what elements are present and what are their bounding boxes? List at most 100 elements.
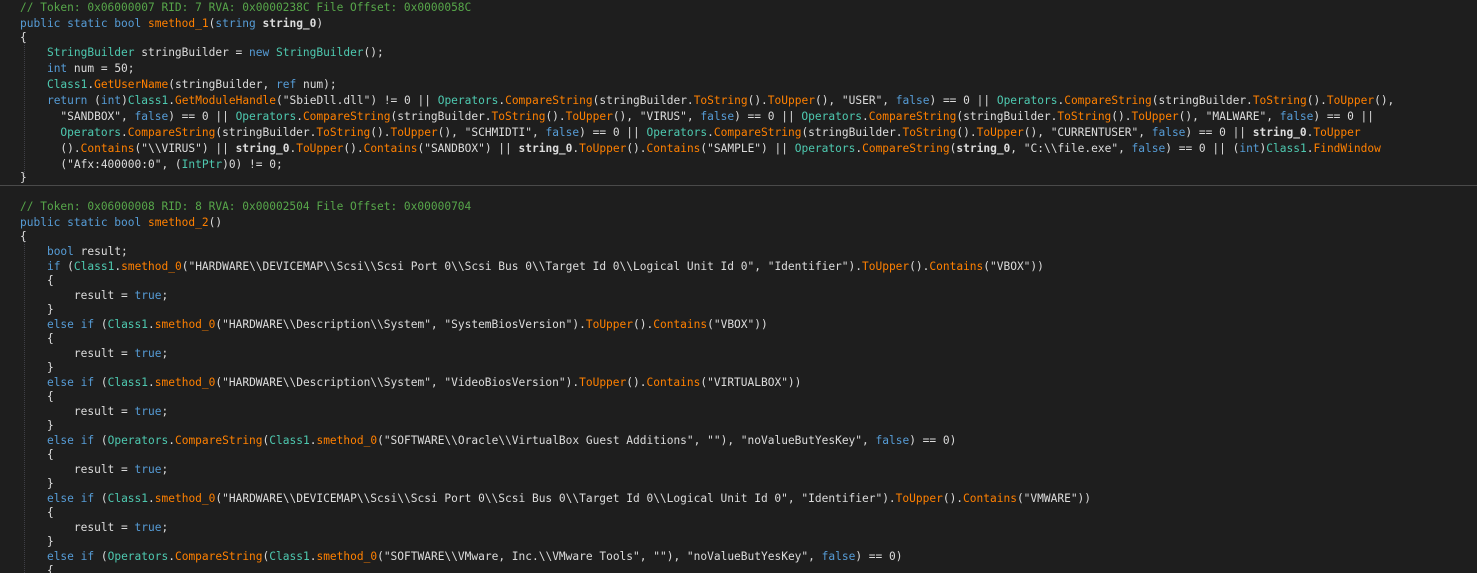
code-token: num); [296, 78, 337, 91]
code-token: Contains [80, 142, 135, 155]
code-token: false [1151, 126, 1186, 139]
code-token: ToString [902, 126, 957, 139]
code-token: string_0 [518, 142, 573, 155]
code-token: smethod_0 [154, 318, 216, 331]
code-token: smethod_0 [121, 260, 182, 273]
code-token: ( [60, 260, 74, 273]
code-token: bool [46, 245, 74, 258]
code-token: int [1239, 142, 1260, 155]
code-token: (), "SCHMIDTI", [437, 126, 546, 139]
code-token: Contains [646, 376, 701, 389]
code-token: CompareString [127, 126, 216, 139]
code-token: ( [94, 492, 108, 505]
code-line: { [20, 447, 54, 463]
code-token: else if [46, 492, 95, 505]
code-line: else if (Operators.CompareString(Class1.… [20, 549, 903, 565]
code-token: ToUpper [1131, 110, 1179, 123]
code-token: true [134, 289, 162, 302]
code-token: Contains [929, 260, 984, 273]
code-token: ; [161, 289, 169, 302]
code-token: (). [909, 260, 930, 273]
code-token: ( [94, 376, 108, 389]
code-token: Class1 [107, 492, 149, 505]
code-token: Operators [996, 94, 1058, 107]
code-token: CompareString [862, 142, 950, 155]
code-token: Operators [646, 126, 708, 139]
code-token: (). [545, 110, 566, 123]
code-token: { [20, 390, 54, 403]
code-token: Operators [107, 434, 169, 447]
code-token: public static bool [20, 17, 148, 30]
code-token: CompareString [1064, 94, 1152, 107]
code-token: (stringBuilder, [168, 78, 276, 91]
code-line: public static bool smethod_2() [20, 215, 222, 231]
code-token: ToString [1057, 110, 1112, 123]
code-token: (stringBuilder. [956, 110, 1058, 123]
code-token: (stringBuilder. [801, 126, 903, 139]
code-token: (), "MALWARE", [1178, 110, 1280, 123]
code-token: smethod_0 [154, 492, 216, 505]
code-token: (). [626, 376, 647, 389]
code-token: (). [626, 142, 647, 155]
code-token: string [215, 17, 263, 30]
code-token: ("VMWARE")) [1016, 492, 1092, 505]
code-token: smethod_0 [316, 550, 378, 563]
code-token: ; [161, 521, 169, 534]
code-token: ( [94, 318, 108, 331]
code-token: } [20, 477, 54, 490]
code-token: ToUpper [976, 126, 1024, 139]
code-token: string_0 [956, 142, 1011, 155]
code-token: (), "USER", [814, 94, 896, 107]
code-token: . [148, 318, 155, 331]
code-token: ("VBOX")) [983, 260, 1044, 273]
code-token: ) == 0) [855, 550, 903, 563]
code-token: } [20, 361, 54, 374]
code-token: ToUpper [585, 318, 633, 331]
code-token: true [134, 405, 162, 418]
code-viewer[interactable]: // Token: 0x06000007 RID: 7 RVA: 0x00002… [0, 0, 1477, 573]
code-token: { [20, 274, 54, 287]
code-token: Contains [646, 142, 701, 155]
code-line: else if (Class1.smethod_0("HARDWARE\\DEV… [20, 491, 1091, 507]
code-token: smethod_2 [147, 216, 209, 229]
code-token: (). [956, 126, 977, 139]
code-token: Operators [437, 94, 499, 107]
code-token: false [700, 110, 735, 123]
code-token: ToString [491, 110, 546, 123]
code-line: else if (Class1.smethod_0("HARDWARE\\Des… [20, 317, 768, 333]
code-token: . [148, 376, 155, 389]
code-token: StringBuilder [46, 46, 135, 59]
code-line: bool result; [20, 244, 128, 260]
code-token: (), [1374, 94, 1395, 107]
code-token: result; [73, 245, 128, 258]
code-token: (). [1306, 94, 1327, 107]
code-token: ) == 0) [909, 434, 957, 447]
code-line: { [20, 389, 54, 405]
code-token: Operators [801, 110, 863, 123]
code-token: (). [942, 492, 964, 505]
code-token: CompareString [713, 126, 802, 139]
code-token: false [875, 434, 910, 447]
code-line: if (Class1.smethod_0("HARDWARE\\DEVICEMA… [20, 259, 1044, 275]
code-token: int [100, 94, 122, 107]
code-line: } [20, 360, 54, 376]
code-token: (stringBuilder. [592, 94, 694, 107]
code-token: new [249, 46, 276, 59]
code-token: ) [316, 17, 324, 30]
code-token: Contains [963, 492, 1017, 505]
code-line: return (int)Class1.GetModuleHandle("Sbie… [20, 93, 1394, 109]
code-token: true [134, 521, 162, 534]
code-token: ) == 0 || [579, 126, 647, 139]
code-token: ; [161, 405, 169, 418]
code-token: . [148, 492, 155, 505]
code-token: . [168, 550, 175, 563]
code-token: stringBuilder = [134, 46, 250, 59]
code-line: StringBuilder stringBuilder = new String… [20, 45, 384, 61]
code-token: CompareString [174, 550, 263, 563]
code-token: false [134, 110, 169, 123]
code-token: (). [747, 94, 768, 107]
code-token: } [20, 535, 54, 548]
code-token: . [168, 94, 175, 107]
code-line: Operators.CompareString(stringBuilder.To… [20, 125, 1360, 141]
